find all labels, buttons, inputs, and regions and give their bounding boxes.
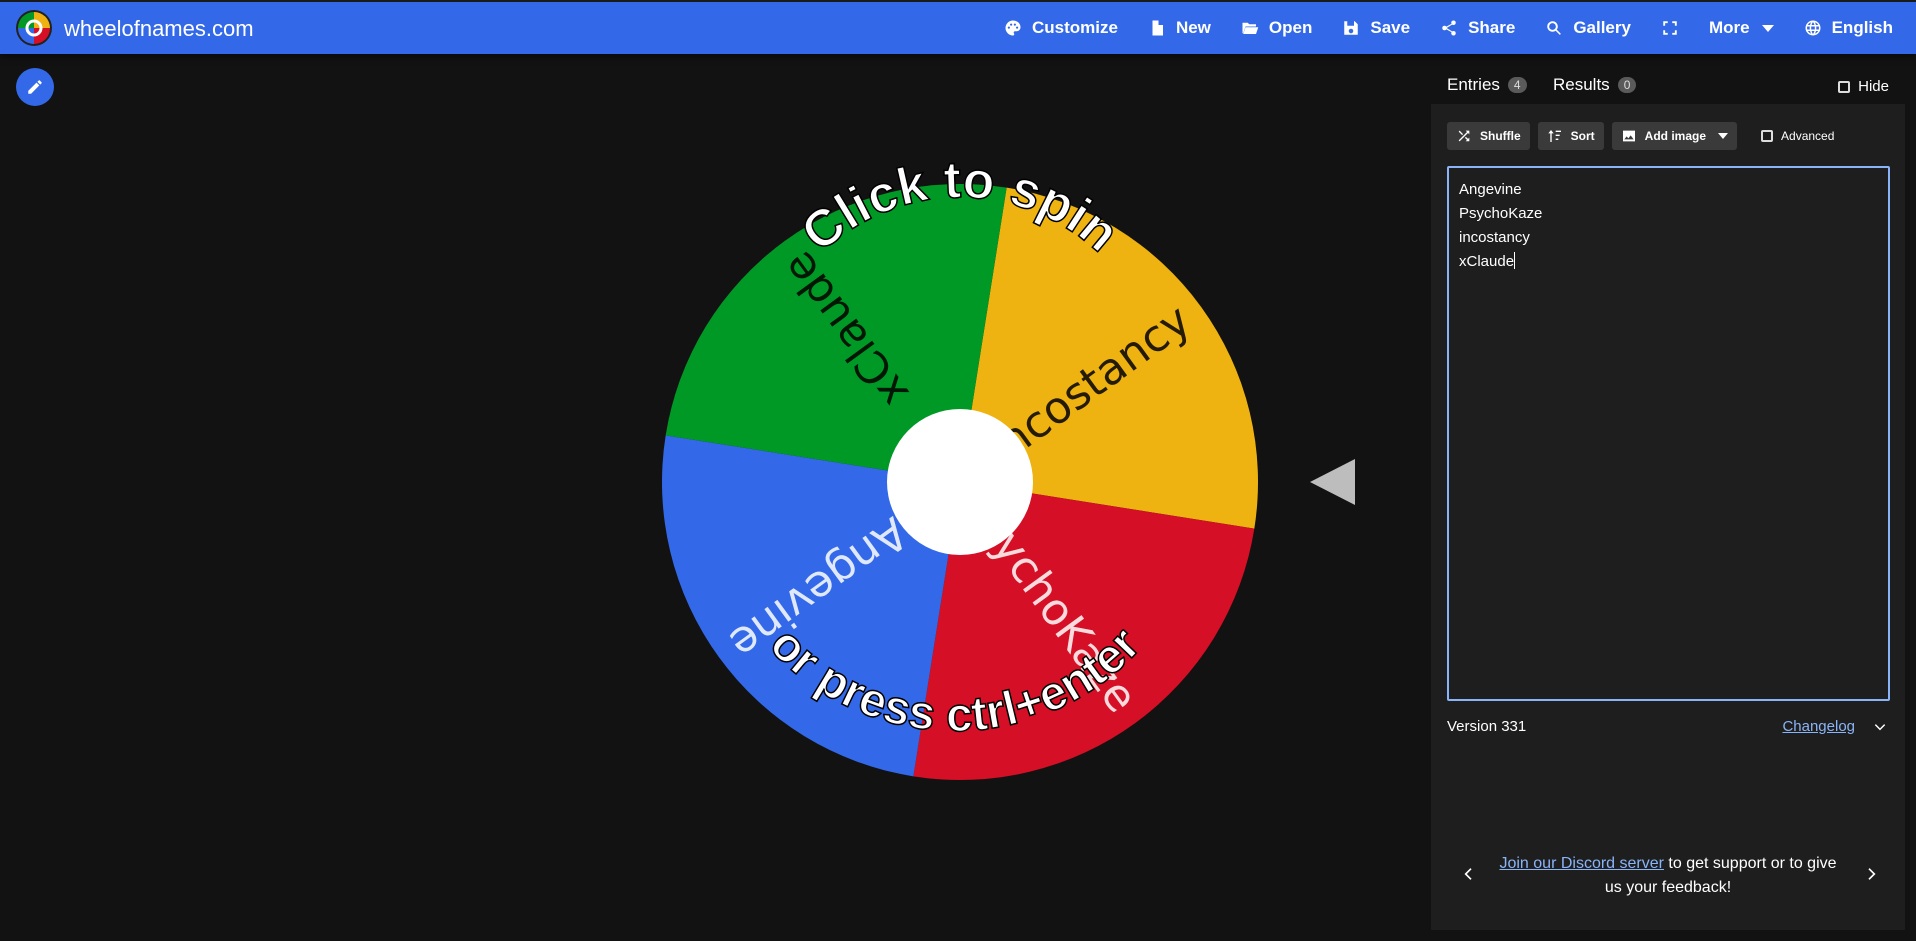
gallery-button[interactable]: Gallery [1530, 2, 1646, 54]
entry-line-last: xClaude [1459, 250, 1878, 274]
advanced-toggle[interactable]: Advanced [1761, 129, 1834, 143]
shuffle-button[interactable]: Shuffle [1447, 122, 1530, 150]
chevron-right-icon[interactable] [1863, 866, 1879, 882]
caret-down-icon [1761, 24, 1774, 32]
more-button[interactable]: More [1694, 2, 1789, 54]
tab-results-label: Results [1553, 75, 1610, 94]
language-label: English [1831, 18, 1893, 37]
image-icon [1622, 130, 1635, 142]
chevron-left-icon[interactable] [1461, 866, 1477, 882]
sort-label: Sort [1570, 129, 1595, 143]
tab-entries-label: Entries [1447, 75, 1500, 94]
entry-line: Angevine [1459, 181, 1522, 198]
hide-label: Hide [1858, 78, 1889, 95]
share-label: Share [1468, 18, 1516, 37]
entry-line: PsychoKaze [1459, 205, 1543, 222]
entries-textarea[interactable]: Angevine PsychoKaze incostancy xClaude [1447, 166, 1890, 701]
entries-count-badge: 4 [1507, 77, 1527, 93]
more-label: More [1708, 18, 1750, 37]
add-image-label: Add image [1644, 129, 1707, 143]
tab-results[interactable]: Results 0 [1553, 66, 1637, 104]
changelog-link[interactable]: Changelog [1782, 718, 1855, 735]
discord-link[interactable]: Join our Discord server [1499, 855, 1664, 872]
entries-panel: Shuffle Sort Add image Advanced Angevine… [1431, 104, 1905, 930]
globe-icon [1805, 20, 1821, 36]
entries-toolbar: Shuffle Sort Add image Advanced [1447, 122, 1834, 150]
fullscreen-button[interactable] [1646, 2, 1694, 54]
search-icon [1547, 21, 1562, 35]
wheel[interactable]: incostancyPsychoKazeAngevinexClaude Clic… [0, 0, 1420, 941]
hide-checkbox[interactable] [1838, 80, 1851, 93]
advanced-checkbox[interactable] [1761, 130, 1774, 142]
caret-down-icon [1718, 133, 1729, 139]
language-button[interactable]: English [1789, 2, 1908, 54]
entry-line: xClaude [1459, 253, 1515, 270]
results-count-badge: 0 [1617, 77, 1637, 93]
advanced-label: Advanced [1781, 129, 1835, 143]
text-cursor [1514, 252, 1516, 269]
share-button[interactable]: Share [1425, 2, 1530, 54]
share-icon [1442, 20, 1456, 36]
shuffle-label: Shuffle [1480, 129, 1521, 143]
sort-button[interactable]: Sort [1537, 122, 1604, 150]
entry-line: incostancy [1459, 229, 1530, 246]
discord-message: Join our Discord server to get support o… [1491, 852, 1845, 900]
panel-tabs: Entries 4 Results 0 Hide [1431, 66, 1905, 107]
chevron-down-icon[interactable] [1873, 720, 1887, 734]
fullscreen-icon [1663, 21, 1677, 35]
side-panel: Entries 4 Results 0 Hide Shuffle Sort Ad… [1431, 66, 1905, 930]
version-text: Version 331 [1447, 718, 1527, 735]
hide-toggle[interactable]: Hide [1838, 78, 1889, 95]
wheel-pointer [1310, 459, 1355, 505]
shuffle-icon [1458, 130, 1470, 142]
tab-entries[interactable]: Entries 4 [1447, 66, 1537, 107]
gallery-label: Gallery [1573, 18, 1631, 37]
wheel-center[interactable] [887, 409, 1033, 555]
add-image-button[interactable]: Add image [1611, 122, 1738, 150]
sort-icon [1548, 130, 1561, 142]
